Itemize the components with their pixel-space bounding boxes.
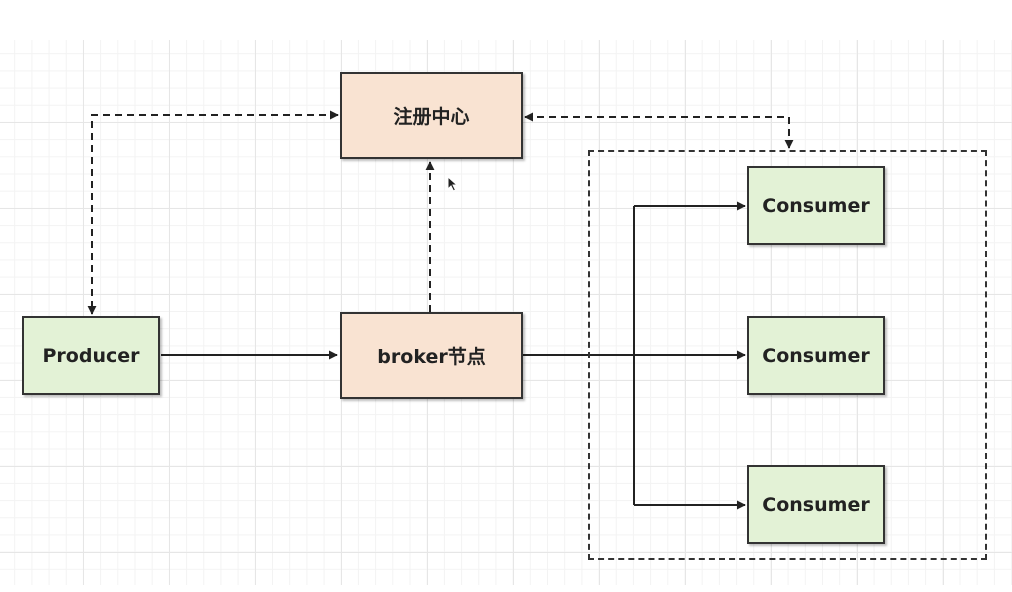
edge-registry-producer bbox=[87, 110, 339, 315]
consumer-label: Consumer bbox=[762, 194, 870, 217]
producer-label: Producer bbox=[42, 344, 140, 367]
consumer-node-3[interactable]: Consumer bbox=[747, 465, 885, 544]
broker-label: broker节点 bbox=[377, 346, 486, 368]
broker-node[interactable]: broker节点 bbox=[340, 312, 523, 399]
registry-label: 注册中心 bbox=[393, 106, 470, 128]
diagram-canvas: 注册中心 Producer broker节点 Consumer Consumer… bbox=[0, 0, 1012, 592]
consumer-node-2[interactable]: Consumer bbox=[747, 316, 885, 395]
registry-node[interactable]: 注册中心 bbox=[340, 72, 523, 159]
mouse-cursor-icon bbox=[447, 176, 459, 192]
consumer-node-1[interactable]: Consumer bbox=[747, 166, 885, 245]
consumer-label: Consumer bbox=[762, 344, 870, 367]
edge-registry-consumer-group bbox=[524, 112, 794, 149]
producer-node[interactable]: Producer bbox=[22, 316, 160, 395]
consumer-label: Consumer bbox=[762, 493, 870, 516]
